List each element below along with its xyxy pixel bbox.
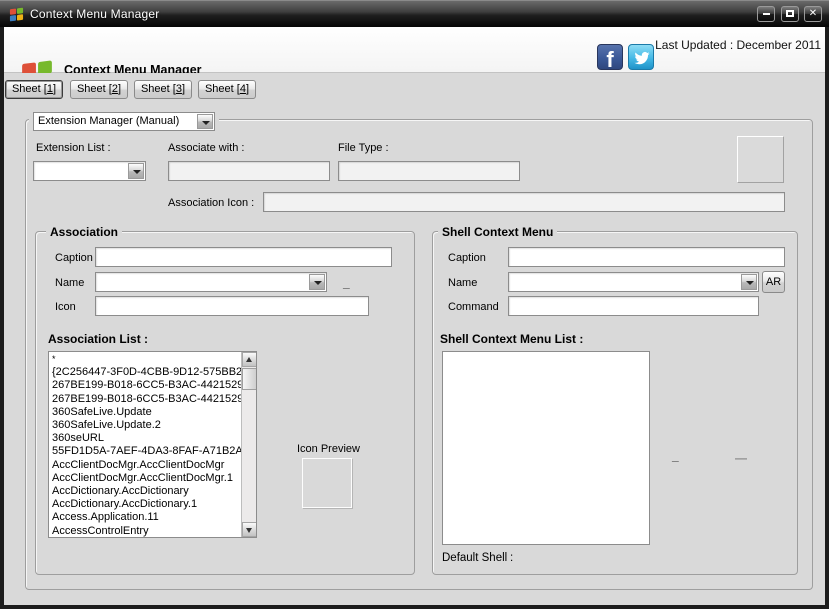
scroll-up-button[interactable]: [242, 352, 257, 367]
tab-sheet-2[interactable]: Sheet [2]: [70, 80, 128, 99]
shell-name-label: Name: [448, 277, 477, 289]
list-item[interactable]: 360SafeLive.Update: [49, 406, 241, 419]
association-listbox[interactable]: * {2C256447-3F0D-4CBB-9D12-575BB20 267BE…: [48, 351, 257, 538]
shell-command-label: Command: [448, 301, 499, 313]
association-name-dropdown-button[interactable]: [309, 274, 325, 290]
shell-underscore-label: _: [672, 449, 679, 463]
file-type-label: File Type :: [338, 142, 389, 154]
extension-list-select[interactable]: [33, 161, 146, 181]
list-item[interactable]: 360SafeLive.Update.2: [49, 419, 241, 432]
association-icon-path-label: Icon: [55, 301, 76, 313]
shell-group-title: Shell Context Menu: [438, 225, 557, 239]
scrollbar-thumb[interactable]: [242, 368, 257, 390]
shell-caption-label: Caption: [448, 252, 486, 264]
shell-context-menu-listbox[interactable]: [442, 351, 650, 545]
shell-command-field[interactable]: [508, 296, 759, 316]
associate-with-label: Associate with :: [168, 142, 244, 154]
list-item[interactable]: AccDictionary.AccDictionary: [49, 485, 241, 498]
maximize-icon: [786, 10, 794, 17]
arrow-up-icon: [246, 357, 252, 362]
association-caption-field[interactable]: [95, 247, 392, 267]
list-item[interactable]: 267BE199-B018-6CC5-B3AC-44215293: [49, 393, 241, 406]
association-underscore-label: _: [343, 276, 350, 290]
default-shell-colon: :: [510, 552, 513, 564]
list-item[interactable]: 360seURL: [49, 432, 241, 445]
default-shell-label: Default Shell: [442, 552, 507, 564]
association-list-label: Association List :: [48, 332, 148, 346]
association-caption-label: Caption: [55, 252, 93, 264]
shell-caption-field[interactable]: [508, 247, 785, 267]
shell-name-dropdown-button[interactable]: [741, 274, 757, 290]
list-item[interactable]: AccClientDocMgr.AccClientDocMgr.1: [49, 472, 241, 485]
list-item[interactable]: AccessControlEntry: [49, 525, 241, 537]
file-icon-preview-box: [737, 136, 784, 183]
manager-mode-select[interactable]: Extension Manager (Manual): [33, 112, 215, 131]
icon-preview-box: [302, 458, 352, 508]
icon-preview-label: Icon Preview: [297, 443, 360, 455]
tab-sheet-1[interactable]: Sheet [1]: [5, 80, 63, 99]
file-type-field[interactable]: [338, 161, 520, 181]
facebook-icon: f: [606, 47, 613, 70]
chevron-down-icon: [202, 121, 210, 125]
extension-list-label: Extension List :: [36, 142, 111, 154]
list-item[interactable]: *: [49, 353, 241, 366]
association-name-label: Name: [55, 277, 84, 289]
association-icon-path-field[interactable]: [95, 296, 369, 316]
shell-list-label: Shell Context Menu List :: [440, 332, 583, 346]
tab-sheet-3[interactable]: Sheet [3]: [134, 80, 192, 99]
arrow-down-icon: [246, 528, 252, 533]
extension-list-dropdown-button[interactable]: [128, 163, 144, 179]
manager-mode-dropdown-button[interactable]: [197, 114, 213, 129]
window-title: Context Menu Manager: [30, 7, 159, 21]
shell-name-select[interactable]: [508, 272, 759, 292]
chevron-down-icon: [133, 170, 141, 174]
title-bar[interactable]: Context Menu Manager ✕: [0, 0, 829, 27]
close-button[interactable]: ✕: [804, 6, 822, 22]
app-window: Context Menu Manager ✕ Context Menu Mana…: [0, 0, 829, 609]
last-updated-text: Last Updated : December 2011: [651, 38, 821, 52]
list-item[interactable]: 267BE199-B018-6CC5-B3AC-44215293: [49, 379, 241, 392]
minimize-icon: [763, 13, 770, 15]
shell-dash-label: —: [735, 451, 747, 465]
maximize-button[interactable]: [781, 6, 799, 22]
minimize-button[interactable]: [757, 6, 775, 22]
manager-mode-value: Extension Manager (Manual): [38, 113, 194, 130]
list-item[interactable]: Access.Application.11: [49, 511, 241, 524]
close-icon: ✕: [809, 8, 817, 19]
twitter-icon: [632, 49, 652, 67]
associate-with-field[interactable]: [168, 161, 330, 181]
association-icon-field[interactable]: [263, 192, 785, 212]
association-icon-label: Association Icon :: [168, 197, 254, 209]
scroll-down-button[interactable]: [242, 522, 257, 537]
list-item[interactable]: AccDictionary.AccDictionary.1: [49, 498, 241, 511]
app-window-icon: [9, 7, 24, 22]
list-item[interactable]: {2C256447-3F0D-4CBB-9D12-575BB20: [49, 366, 241, 379]
ar-button[interactable]: AR: [762, 271, 785, 293]
chevron-down-icon: [314, 281, 322, 285]
list-item[interactable]: AccClientDocMgr.AccClientDocMgr: [49, 459, 241, 472]
association-name-select[interactable]: [95, 272, 327, 292]
association-list-scrollbar[interactable]: [241, 352, 256, 537]
tab-sheet-4[interactable]: Sheet [4]: [198, 80, 256, 99]
list-item[interactable]: 55FD1D5A-7AEF-4DA3-8FAF-A71B2A5: [49, 445, 241, 458]
association-group-title: Association: [46, 225, 122, 239]
facebook-button[interactable]: f: [597, 44, 623, 70]
chevron-down-icon: [746, 281, 754, 285]
